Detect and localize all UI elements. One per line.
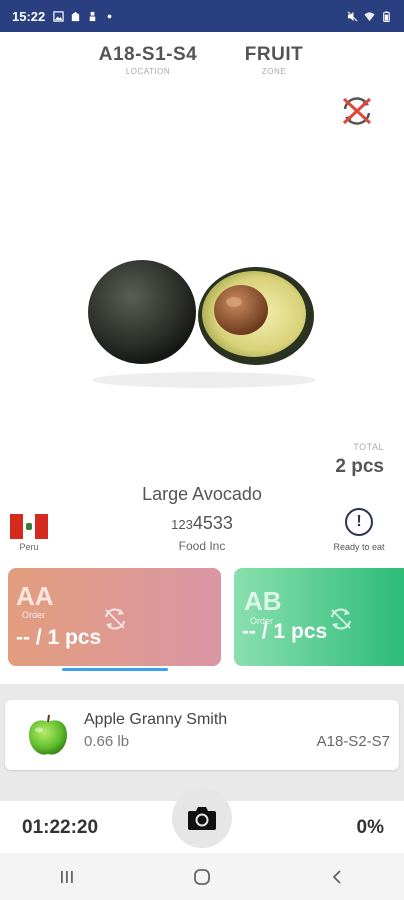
order-quantity: -- / 1 pcs [242,620,328,643]
order-label: Order [22,610,46,620]
recent-apps-button[interactable] [47,857,87,897]
avocado-image [88,260,316,388]
wifi-icon [364,11,375,21]
location-label: LOCATION [125,67,171,76]
upload-icon [90,11,96,21]
total-label: TOTAL [353,442,384,452]
camera-button[interactable] [172,788,232,848]
status-right-icons [347,10,392,22]
status-left-icons [53,10,115,22]
sync-icon [331,608,351,630]
list-item-location: A18-S2-S7 [316,733,390,750]
product-code-main: 4533 [192,513,233,533]
home-icon [194,868,210,885]
green-apple-icon [29,714,67,755]
carousel-page-indicator [62,668,168,671]
origin-country-label: Peru [19,542,39,552]
zone-info: FRUIT ZONE [230,44,318,76]
camera-icon [188,807,216,830]
ready-status[interactable]: ! Ready to eat [322,508,396,552]
notification-icon [72,11,80,21]
order-card-aa[interactable]: AA Order -- / 1 pcs [8,568,221,666]
back-icon [332,869,341,884]
back-button[interactable] [317,857,357,897]
sync-icon [105,608,125,630]
ready-label: Ready to eat [333,542,385,552]
origin-country: Peru [10,514,49,552]
peru-flag-icon [10,514,49,539]
image-icon [53,10,64,22]
order-code: AB [244,586,282,616]
list-item[interactable]: Apple Granny Smith 0.66 lb A18-S2-S7 [5,700,399,770]
recent-apps-icon [61,870,74,883]
progress-percent: 0% [356,817,384,838]
alert-icon: ! [345,508,373,536]
battery-icon [383,10,390,22]
list-item-weight: 0.66 lb [84,733,130,750]
product-code-prefix: 123 [171,517,193,532]
zone-value: FRUIT [244,44,304,65]
total-summary: TOTAL 2 pcs [335,442,384,478]
product-name: Large Avocado [142,484,262,504]
mute-icon [347,11,358,21]
system-nav-bar [0,853,404,900]
total-value: 2 pcs [335,456,384,477]
status-time: 15:22 [12,8,46,24]
sync-off-icon[interactable] [336,92,378,130]
order-quantity: -- / 1 pcs [16,626,102,649]
order-card-ab[interactable]: AB Order -- / 1 pcs [234,568,404,666]
order-code: AA [16,581,54,611]
product-panel: A18-S1-S4 LOCATION FRUIT ZONE TOTAL 2 pc… [0,32,404,684]
location-info: A18-S1-S4 LOCATION [92,44,204,76]
status-bar: 15:22 [0,0,404,32]
zone-label: ZONE [261,67,287,76]
home-button[interactable] [182,857,222,897]
elapsed-timer: 01:22:20 [22,817,99,838]
list-item-name: Apple Granny Smith [84,711,228,728]
dot-icon [107,14,112,18]
location-value: A18-S1-S4 [98,44,198,65]
